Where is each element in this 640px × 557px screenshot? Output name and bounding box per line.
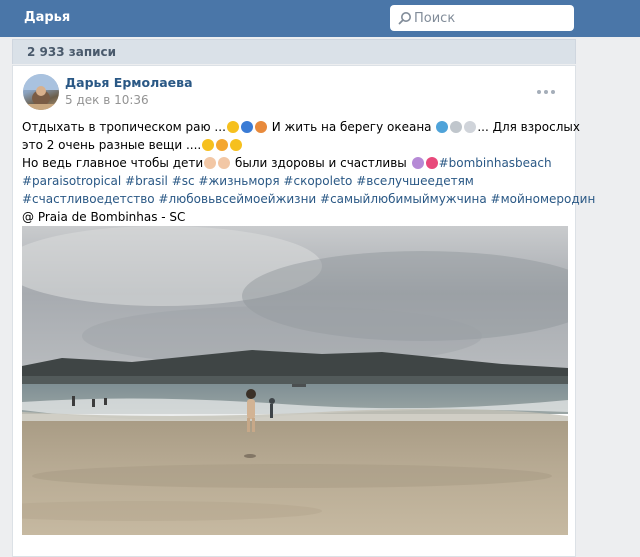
hashtag-link[interactable]: #paraisotropical #brasil #sc #жизньморя … <box>22 174 474 188</box>
post-text-line: #счастливоедетство #любовьвсеймоейжизни … <box>22 190 595 208</box>
post-date[interactable]: 5 дек в 10:36 <box>65 93 149 107</box>
post-text-line: Отдыхать в тропическом раю ... И жить на… <box>22 118 580 136</box>
more-options-icon[interactable] <box>537 81 559 95</box>
post-photo[interactable] <box>22 226 568 535</box>
hashtag-link[interactable]: #bombinhasbeach <box>439 156 552 170</box>
emoji-icon <box>218 157 231 169</box>
post-text-segment: @ Praia de Bombinhas - SC <box>22 210 186 224</box>
emoji-icon <box>254 121 267 133</box>
emoji-icon <box>464 121 477 133</box>
post-author[interactable]: Дарья Ермолаева <box>65 75 193 90</box>
post-text-segment: Отдыхать в тропическом раю ... <box>22 120 226 134</box>
page-title[interactable]: Дарья <box>24 10 70 25</box>
post-text-segment: были здоровы и счастливы <box>231 156 411 170</box>
search-box[interactable] <box>390 5 574 31</box>
post-text-line: @ Praia de Bombinhas - SC <box>22 208 570 226</box>
emoji-icon <box>226 121 239 133</box>
wall-post: Дарья Ермолаева 5 дек в 10:36 Отдыхать в… <box>12 65 595 557</box>
emoji-icon <box>436 121 449 133</box>
emoji-icon <box>450 121 463 133</box>
post-text-segment: это 2 очень разные вещи .... <box>22 138 202 152</box>
post-text-line: #paraisotropical #brasil #sc #жизньморя … <box>22 172 570 190</box>
hashtag-link[interactable]: #счастливоедетство #любовьвсеймоейжизни … <box>22 192 595 206</box>
emoji-icon <box>202 139 215 151</box>
wall-count-label[interactable]: 2 933 записи <box>27 45 116 59</box>
emoji-icon <box>204 157 217 169</box>
top-bar: Дарья <box>0 0 640 37</box>
emoji-icon <box>216 139 229 151</box>
post-text-segment: ... Для взрослых <box>477 120 580 134</box>
post-text: Отдыхать в тропическом раю ... И жить на… <box>22 118 595 226</box>
emoji-icon <box>411 157 424 169</box>
post-text-line: это 2 очень разные вещи .... <box>22 136 570 154</box>
emoji-icon <box>230 139 243 151</box>
emoji-icon <box>425 157 438 169</box>
wall-count-bar: 2 933 записи <box>12 39 576 64</box>
emoji-icon <box>240 121 253 133</box>
post-text-line: Но ведь главное чтобы дети были здоровы … <box>22 154 570 172</box>
post-text-segment: Но ведь главное чтобы дети <box>22 156 204 170</box>
search-icon <box>398 12 411 25</box>
post-text-segment: И жить на берегу океана <box>267 120 436 134</box>
search-input[interactable] <box>414 5 564 31</box>
avatar[interactable] <box>23 74 59 110</box>
